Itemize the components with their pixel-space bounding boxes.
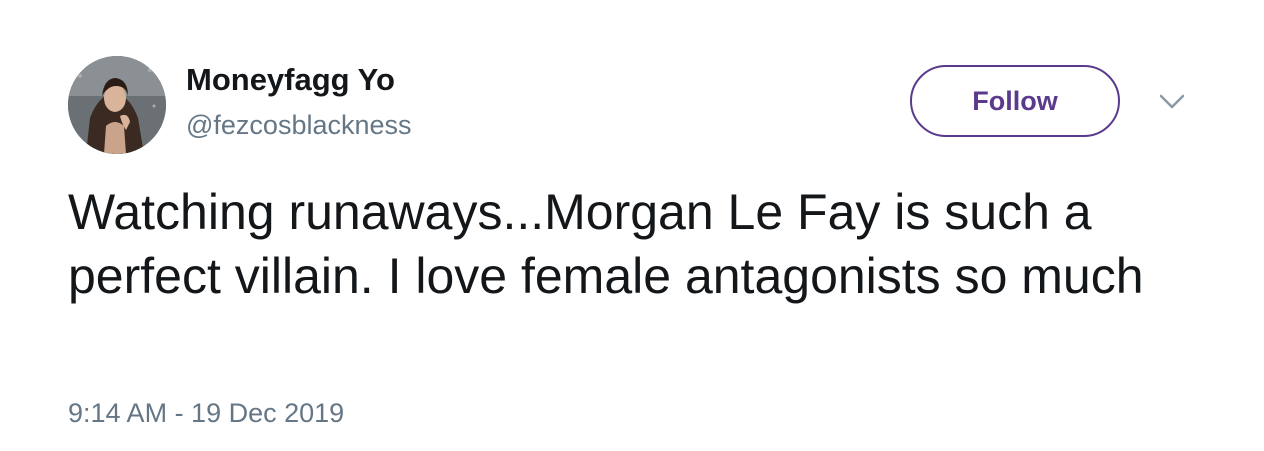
avatar[interactable] [68, 56, 166, 154]
display-name[interactable]: Moneyfagg Yo [186, 62, 395, 98]
tweet-text: Watching runaways...Morgan Le Fay is suc… [68, 184, 1144, 304]
chevron-down-icon[interactable] [1158, 92, 1186, 112]
tweet-card: Moneyfagg Yo @fezcosblackness Follow Wat… [0, 0, 1264, 451]
profile-photo-icon [68, 56, 166, 154]
follow-button[interactable]: Follow [910, 65, 1120, 137]
timestamp[interactable]: 9:14 AM - 19 Dec 2019 [68, 398, 344, 429]
username[interactable]: @fezcosblackness [186, 110, 412, 141]
